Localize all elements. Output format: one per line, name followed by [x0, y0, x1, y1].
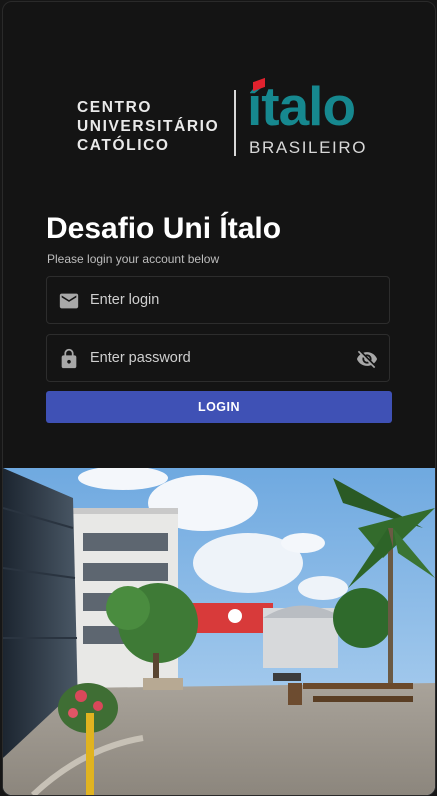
- logo-line-1: CENTRO: [77, 99, 153, 116]
- logo-institution-text: CENTRO UNIVERSITÁRIO CATÓLICO: [77, 98, 219, 155]
- logo: CENTRO UNIVERSITÁRIO CATÓLICO ítalo BRAS…: [77, 76, 377, 160]
- password-input[interactable]: [90, 335, 350, 381]
- logo-brand-sub: BRASILEIRO: [249, 138, 368, 157]
- page-subtitle: Please login your account below: [47, 252, 220, 266]
- email-icon: [59, 293, 79, 309]
- login-card: CENTRO UNIVERSITÁRIO CATÓLICO ítalo BRAS…: [2, 1, 436, 796]
- login-field[interactable]: [46, 276, 390, 324]
- lock-icon: [61, 348, 77, 369]
- login-button[interactable]: LOGIN: [46, 391, 392, 423]
- campus-photo: [3, 468, 435, 795]
- eye-off-icon[interactable]: [356, 348, 378, 370]
- logo-brand: ítalo: [247, 76, 356, 136]
- password-field[interactable]: [46, 334, 390, 382]
- logo-divider: [234, 90, 236, 156]
- logo-line-3: CATÓLICO: [77, 137, 170, 154]
- logo-line-2: UNIVERSITÁRIO: [77, 118, 220, 135]
- login-input[interactable]: [90, 277, 350, 323]
- page-title: Desafio Uni Ítalo: [46, 212, 282, 245]
